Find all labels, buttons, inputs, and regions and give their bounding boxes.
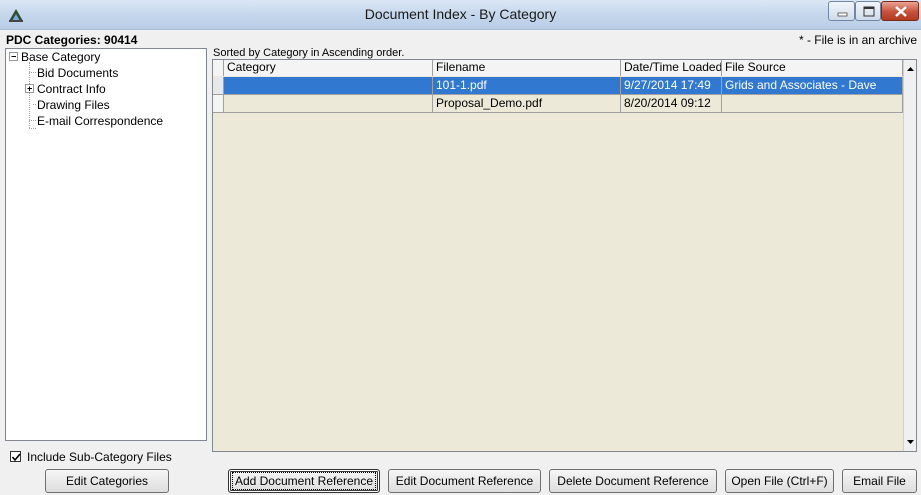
edit-document-reference-label: Edit Document Reference: [395, 474, 534, 488]
open-file-button[interactable]: Open File (Ctrl+F): [725, 469, 834, 493]
table-row[interactable]: 101-1.pdf 9/27/2014 17:49 Grids and Asso…: [213, 77, 903, 95]
table-row[interactable]: Proposal_Demo.pdf 8/20/2014 09:12: [213, 95, 903, 113]
collapse-icon[interactable]: [9, 52, 18, 61]
open-file-label: Open File (Ctrl+F): [731, 474, 828, 488]
cell-filename[interactable]: 101-1.pdf: [433, 77, 621, 95]
delete-document-reference-label: Delete Document Reference: [557, 474, 709, 488]
cell-date-loaded[interactable]: 9/27/2014 17:49: [621, 77, 722, 95]
add-document-reference-button[interactable]: Add Document Reference: [228, 469, 380, 493]
email-file-button[interactable]: Email File: [842, 469, 917, 493]
scroll-up-icon[interactable]: [904, 61, 917, 77]
column-header-category[interactable]: Category: [224, 60, 433, 76]
close-icon: [895, 6, 907, 17]
archive-note: * - File is in an archive: [798, 33, 917, 47]
row-selector[interactable]: [213, 77, 224, 95]
expand-icon[interactable]: [25, 84, 34, 93]
close-button[interactable]: [881, 1, 919, 21]
cell-category[interactable]: [224, 95, 433, 113]
checkmark-icon: [11, 453, 21, 462]
cell-file-source[interactable]: Grids and Associates - Dave: [722, 77, 903, 95]
category-tree[interactable]: Base Category Bid Documents Contract Inf…: [5, 48, 207, 441]
column-header-date-loaded[interactable]: Date/Time Loaded: [621, 60, 722, 76]
scroll-down-icon[interactable]: [904, 434, 917, 450]
minimize-icon: [837, 12, 848, 17]
title-bar: Document Index - By Category: [0, 0, 921, 30]
tree-item-email-correspondence[interactable]: E-mail Correspondence: [37, 113, 163, 129]
tree-item-bid-documents[interactable]: Bid Documents: [37, 65, 118, 81]
cell-file-source[interactable]: [722, 95, 903, 113]
add-document-reference-label: Add Document Reference: [231, 472, 377, 490]
column-header-filename[interactable]: Filename: [433, 60, 621, 76]
delete-document-reference-button[interactable]: Delete Document Reference: [549, 469, 717, 493]
grid-header: Category Filename Date/Time Loaded File …: [213, 60, 903, 76]
include-subcategory-checkbox[interactable]: [10, 451, 21, 462]
column-header-file-source[interactable]: File Source: [722, 60, 903, 76]
cell-category[interactable]: [224, 77, 433, 95]
tree-connector: [29, 120, 36, 121]
vertical-scrollbar[interactable]: [903, 60, 916, 451]
tree-connector: [29, 72, 36, 73]
tree-item-base-category[interactable]: Base Category: [21, 49, 100, 65]
maximize-icon: [863, 6, 875, 17]
cell-date-loaded[interactable]: 8/20/2014 09:12: [621, 95, 722, 113]
sort-order-label: Sorted by Category in Ascending order.: [213, 47, 405, 59]
tree-item-drawing-files[interactable]: Drawing Files: [37, 97, 110, 113]
minimize-button[interactable]: [828, 1, 855, 21]
pdc-categories-label: PDC Categories: 90414: [6, 33, 138, 47]
row-selector[interactable]: [213, 95, 224, 113]
maximize-button[interactable]: [855, 1, 881, 21]
edit-document-reference-button[interactable]: Edit Document Reference: [388, 469, 541, 493]
include-subcategory-label: Include Sub-Category Files: [27, 450, 172, 464]
row-selector-header: [213, 60, 224, 76]
tree-connector: [29, 128, 36, 129]
cell-filename[interactable]: Proposal_Demo.pdf: [433, 95, 621, 113]
email-file-label: Email File: [853, 474, 906, 488]
edit-categories-button[interactable]: Edit Categories: [45, 469, 169, 493]
window-title: Document Index - By Category: [364, 6, 557, 22]
tree-item-contract-info[interactable]: Contract Info: [37, 81, 106, 97]
document-grid[interactable]: Category Filename Date/Time Loaded File …: [212, 59, 917, 452]
edit-categories-label: Edit Categories: [65, 474, 149, 488]
tree-connector: [33, 104, 36, 105]
